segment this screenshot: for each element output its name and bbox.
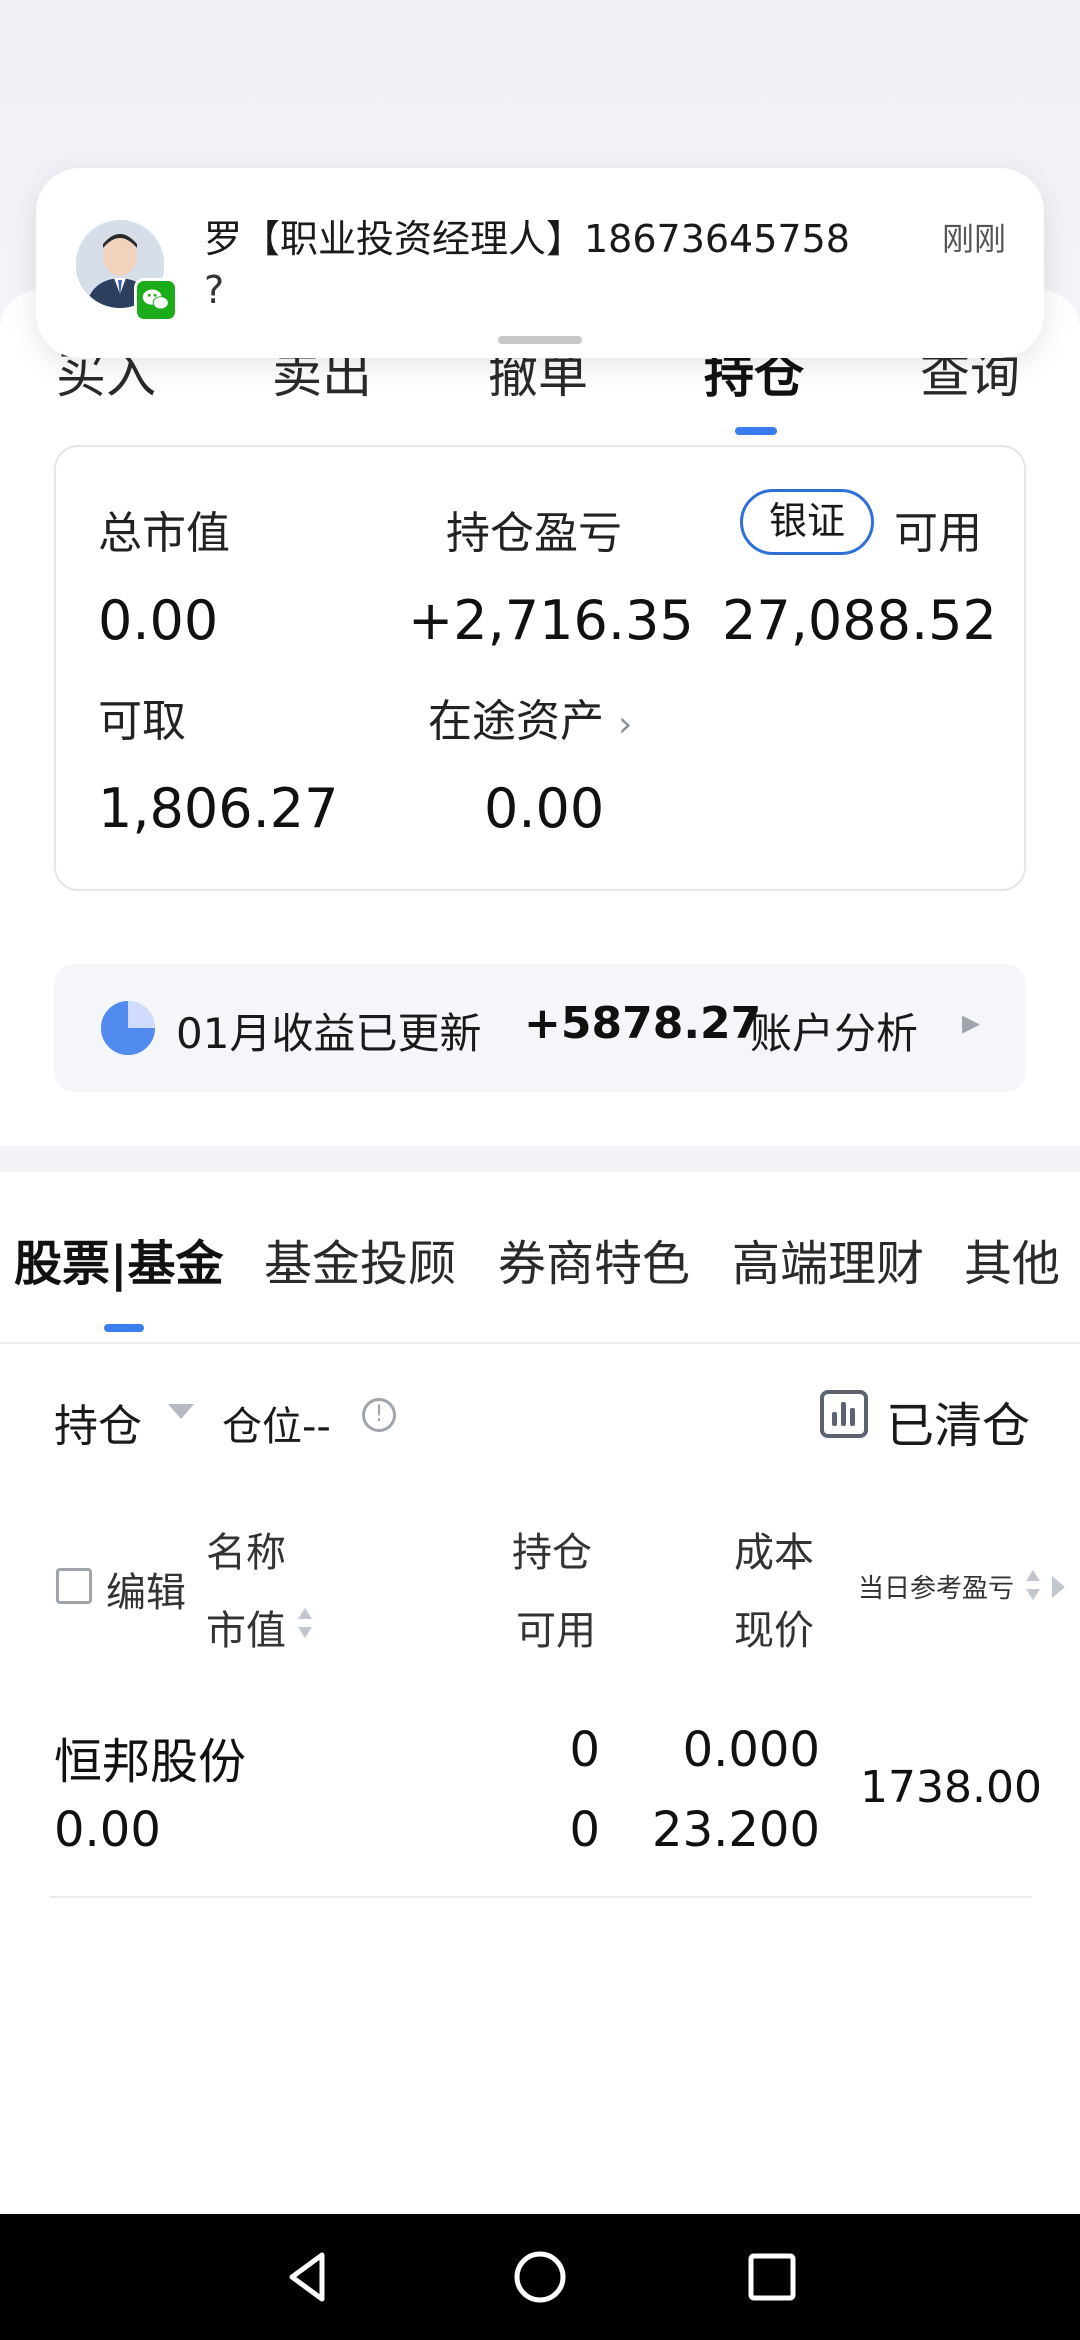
info-icon[interactable]: !: [362, 1398, 396, 1432]
notification-body: ?: [204, 268, 225, 312]
cleared-positions-link[interactable]: 已清仓: [886, 1386, 1030, 1456]
monthly-earnings-text: 01月收益已更新: [176, 1009, 482, 1058]
total-value: 0.00: [98, 589, 219, 652]
sort-icon[interactable]: [1024, 1568, 1042, 1602]
chevron-right-icon: ▸: [962, 1002, 981, 1043]
notification-title: 罗【职业投资经理人】18673645758: [204, 217, 850, 261]
stock-market-value: 0.00: [54, 1802, 161, 1858]
column-market-value[interactable]: 市值: [206, 1598, 286, 1656]
stock-cost: 0.000: [682, 1722, 820, 1778]
bank-transfer-button[interactable]: 银证: [740, 489, 874, 555]
edit-button[interactable]: 编辑: [106, 1560, 186, 1618]
tab-stocks-funds[interactable]: 股票|基金: [14, 1224, 224, 1294]
notification-drag-handle[interactable]: [498, 336, 582, 344]
column-today-pnl[interactable]: 当日参考盈亏: [858, 1568, 1014, 1605]
chevron-right-icon: ›: [618, 704, 633, 745]
recents-icon[interactable]: [742, 2247, 802, 2307]
stock-available: 0: [569, 1802, 600, 1858]
column-price: 现价: [734, 1608, 814, 1654]
sort-icon[interactable]: [296, 1606, 314, 1640]
position-pnl-label: 持仓盈亏: [446, 508, 622, 559]
bar-chart-icon[interactable]: [820, 1390, 868, 1438]
back-icon[interactable]: [278, 2247, 338, 2307]
monthly-earnings-amount: +5878.27: [524, 998, 762, 1049]
in-transit-link[interactable]: 在途资产 ›: [428, 685, 632, 749]
scroll-right-icon[interactable]: [1052, 1576, 1065, 1598]
column-name: 名称: [206, 1530, 286, 1576]
in-transit-label: 在途资产: [428, 696, 604, 747]
column-holding: 持仓: [512, 1530, 592, 1576]
notification-time: 刚刚: [941, 220, 1006, 258]
system-navigation-bar: [0, 2214, 1080, 2340]
divider: [0, 1342, 1080, 1344]
wechat-icon: [134, 278, 178, 322]
stock-name: 恒邦股份: [54, 1734, 247, 1790]
section-divider: [0, 1146, 1080, 1172]
divider: [50, 1896, 1032, 1898]
stock-price: 23.200: [652, 1802, 820, 1858]
stock-holding: 0: [569, 1722, 600, 1778]
position-ratio: 仓位--: [222, 1404, 331, 1450]
home-icon[interactable]: [510, 2247, 570, 2307]
monthly-earnings-banner[interactable]: 01月收益已更新 +5878.27 账户分析 ▸: [54, 964, 1026, 1092]
tab-fund-advisory[interactable]: 基金投顾: [264, 1224, 456, 1294]
tab-premium-wealth[interactable]: 高端理财: [732, 1224, 924, 1294]
column-available: 可用: [516, 1608, 596, 1654]
tab-broker-features[interactable]: 券商特色: [498, 1224, 690, 1294]
available-value: 27,088.52: [722, 589, 997, 652]
withdrawable-label: 可取: [98, 696, 186, 747]
available-label: 可用: [894, 508, 982, 559]
active-tab-indicator: [104, 1324, 144, 1332]
total-value-label: 总市值: [98, 508, 230, 559]
caret-down-icon[interactable]: [168, 1404, 194, 1419]
category-tab-bar: 股票|基金 基金投顾 券商特色 高端理财 其他: [0, 1172, 1080, 1342]
in-transit-value: 0.00: [484, 777, 605, 840]
wechat-notification[interactable]: 罗【职业投资经理人】18673645758 刚刚 ?: [36, 168, 1044, 358]
withdrawable-value: 1,806.27: [98, 777, 339, 840]
account-analysis-link[interactable]: 账户分析: [750, 1000, 918, 1061]
stock-today-pnl: 1738.00: [860, 1762, 1042, 1813]
active-tab-indicator: [735, 427, 777, 435]
asset-summary-card: 总市值 持仓盈亏 银证 可用 0.00 +2,716.35 27,088.52 …: [54, 445, 1026, 891]
edit-icon[interactable]: [56, 1568, 92, 1604]
holdings-filter[interactable]: 持仓: [54, 1390, 142, 1454]
column-cost: 成本: [734, 1530, 814, 1576]
tab-other[interactable]: 其他: [964, 1224, 1060, 1294]
pie-chart-icon: [101, 1001, 155, 1055]
position-pnl: +2,716.35: [408, 589, 694, 652]
